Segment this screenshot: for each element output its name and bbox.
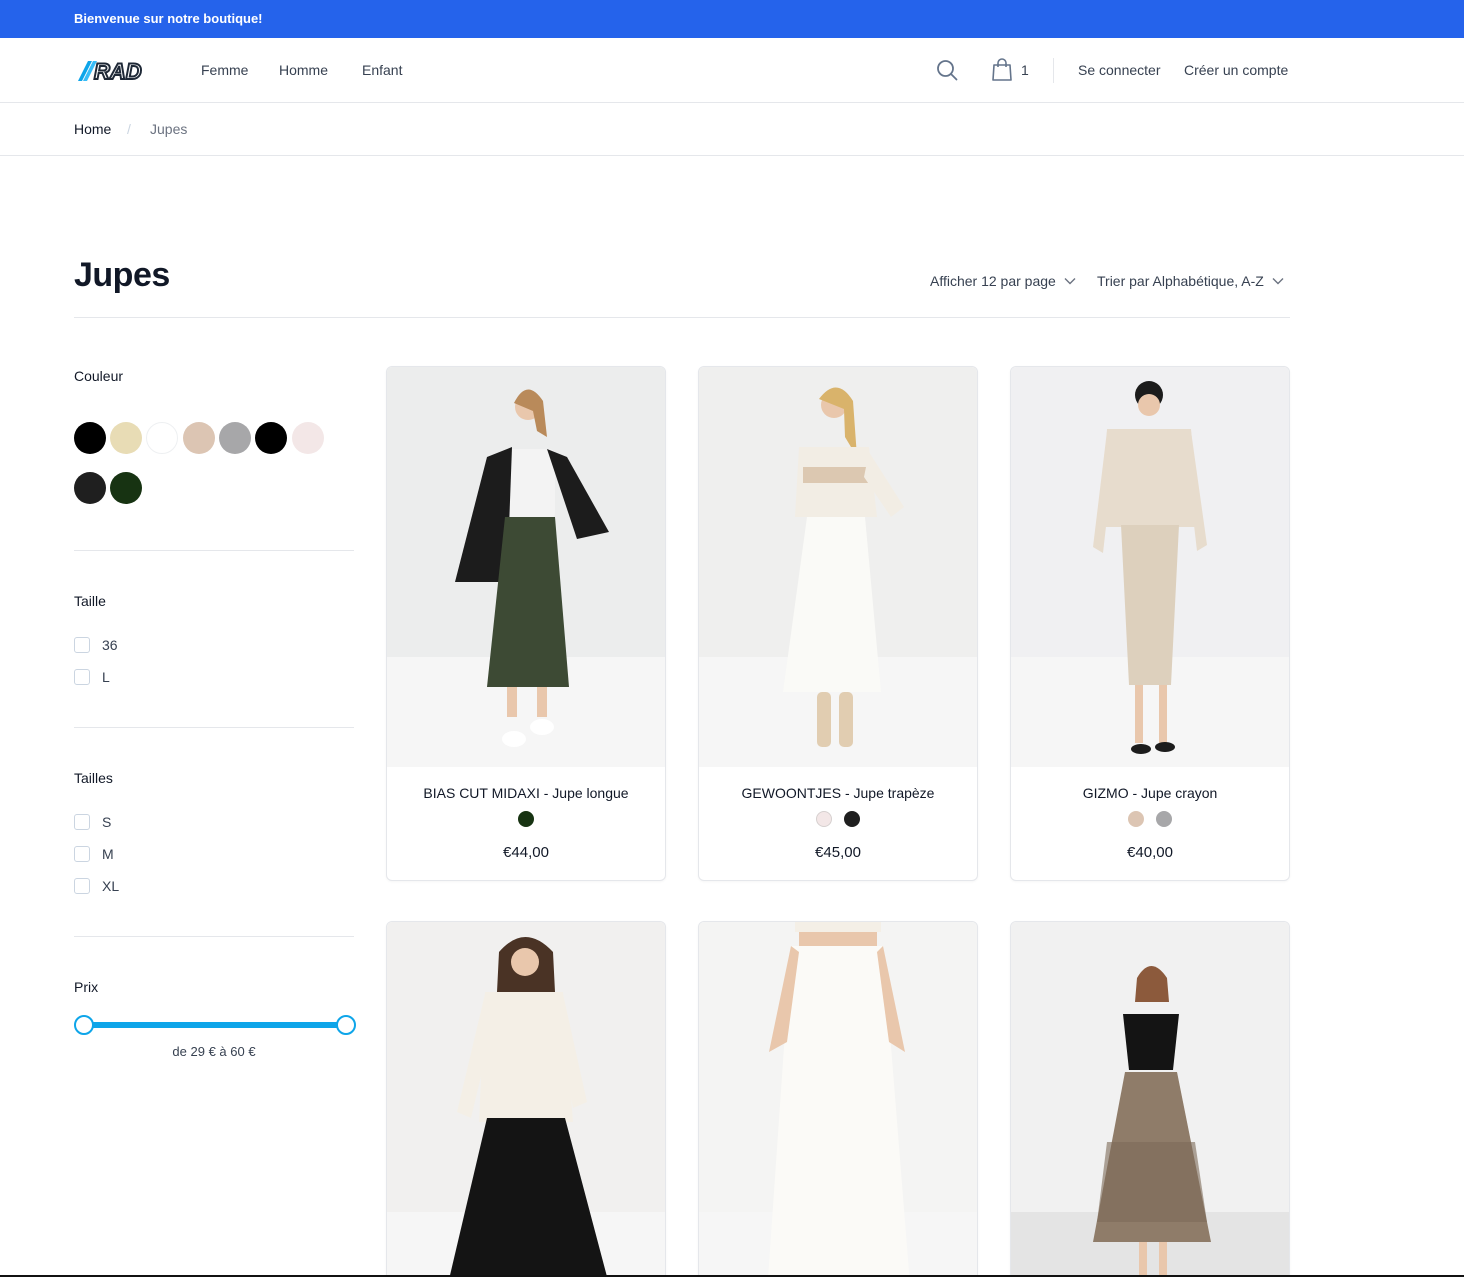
product-name[interactable]: GIZMO - Jupe crayon — [1011, 785, 1289, 801]
filter-size-l[interactable]: L — [74, 668, 110, 686]
rad-logo[interactable]: RAD — [78, 59, 160, 83]
filter-price-title: Prix — [74, 979, 99, 995]
product-image[interactable] — [1011, 922, 1289, 1277]
color-swatch[interactable] — [74, 422, 106, 454]
product-card[interactable] — [386, 921, 666, 1277]
product-price: €40,00 — [1127, 844, 1173, 861]
filter-size-36[interactable]: 36 — [74, 636, 118, 654]
product-color-swatch[interactable] — [518, 811, 534, 827]
product-color-swatch[interactable] — [1156, 811, 1172, 827]
product-color-swatches — [1011, 811, 1289, 827]
product-card[interactable]: GIZMO - Jupe crayon €40,00 — [1010, 366, 1290, 881]
checkbox[interactable] — [74, 637, 90, 653]
checkbox-label: 36 — [102, 637, 118, 653]
cart-count: 1 — [1021, 62, 1029, 78]
checkbox-label: S — [102, 814, 112, 830]
product-image[interactable] — [387, 922, 665, 1277]
product-price: €44,00 — [503, 844, 549, 861]
product-card[interactable] — [1010, 921, 1290, 1277]
filter-color-title: Couleur — [74, 368, 124, 384]
price-range-track[interactable] — [84, 1022, 346, 1028]
checkbox-label: L — [102, 669, 110, 685]
checkbox-label: XL — [102, 878, 120, 894]
product-image[interactable] — [1011, 367, 1289, 767]
color-swatch[interactable] — [292, 422, 324, 454]
product-image[interactable] — [699, 922, 977, 1277]
chevron-down-icon — [1064, 278, 1076, 285]
chevron-down-icon — [1272, 278, 1284, 285]
shopping-bag-icon[interactable] — [991, 58, 1013, 82]
product-image[interactable] — [699, 367, 977, 767]
product-image[interactable] — [387, 367, 665, 767]
product-name[interactable]: BIAS CUT MIDAXI - Jupe longue — [387, 785, 665, 801]
product-price: €45,00 — [815, 844, 861, 861]
filter-sizes-xl[interactable]: XL — [74, 877, 119, 895]
product-color-swatch[interactable] — [816, 811, 832, 827]
color-swatch[interactable] — [255, 422, 287, 454]
color-swatch[interactable] — [110, 472, 142, 504]
filter-size-title: Taille — [74, 593, 106, 609]
nav-femme[interactable]: Femme — [201, 62, 248, 78]
checkbox[interactable] — [74, 669, 90, 685]
search-icon[interactable] — [936, 59, 958, 81]
login-link[interactable]: Se connecter — [1078, 62, 1161, 78]
filter-divider — [74, 550, 354, 551]
product-color-swatches — [699, 811, 977, 827]
breadcrumb-separator: / — [127, 121, 131, 137]
product-color-swatch[interactable] — [844, 811, 860, 827]
header-divider — [1053, 58, 1054, 83]
breadcrumb: Home / Jupes — [0, 103, 1464, 156]
color-swatch[interactable] — [183, 422, 215, 454]
color-swatch[interactable] — [110, 422, 142, 454]
checkbox[interactable] — [74, 878, 90, 894]
filter-sizes-m[interactable]: M — [74, 845, 114, 863]
per-page-label: Afficher 12 par page — [930, 273, 1056, 289]
checkbox[interactable] — [74, 814, 90, 830]
color-swatch[interactable] — [74, 472, 106, 504]
sort-label: Trier par Alphabétique, A-Z — [1097, 273, 1264, 289]
product-card[interactable]: BIAS CUT MIDAXI - Jupe longue €44,00 — [386, 366, 666, 881]
sort-select[interactable]: Trier par Alphabétique, A-Z — [1097, 273, 1284, 289]
filter-divider — [74, 727, 354, 728]
nav-homme[interactable]: Homme — [279, 62, 328, 78]
filter-divider — [74, 936, 354, 937]
register-link[interactable]: Créer un compte — [1184, 62, 1288, 78]
announcement-bar: Bienvenue sur notre boutique! — [0, 0, 1464, 38]
product-name[interactable]: GEWOONTJES - Jupe trapèze — [699, 785, 977, 801]
checkbox[interactable] — [74, 846, 90, 862]
price-range-label: de 29 € à 60 € — [172, 1044, 256, 1059]
filter-sizes-s[interactable]: S — [74, 813, 111, 831]
filter-sizes-title: Tailles — [74, 770, 113, 786]
announcement-text: Bienvenue sur notre boutique! — [74, 11, 263, 26]
price-max-handle[interactable] — [336, 1015, 356, 1035]
site-header: RAD Femme Homme Enfant 1 Se connecter Cr… — [0, 38, 1464, 103]
product-card[interactable]: GEWOONTJES - Jupe trapèze €45,00 — [698, 366, 978, 881]
per-page-select[interactable]: Afficher 12 par page — [930, 273, 1076, 289]
checkbox-label: M — [102, 846, 114, 862]
title-divider — [74, 317, 1290, 318]
nav-enfant[interactable]: Enfant — [362, 62, 402, 78]
color-swatch[interactable] — [219, 422, 251, 454]
breadcrumb-home[interactable]: Home — [74, 121, 111, 137]
price-min-handle[interactable] — [74, 1015, 94, 1035]
color-swatch[interactable] — [146, 422, 178, 454]
product-card[interactable] — [698, 921, 978, 1277]
logo-text: RAD — [94, 59, 142, 83]
page-title: Jupes — [74, 256, 170, 294]
breadcrumb-current: Jupes — [150, 121, 188, 137]
product-color-swatches — [387, 811, 665, 827]
product-color-swatch[interactable] — [1128, 811, 1144, 827]
